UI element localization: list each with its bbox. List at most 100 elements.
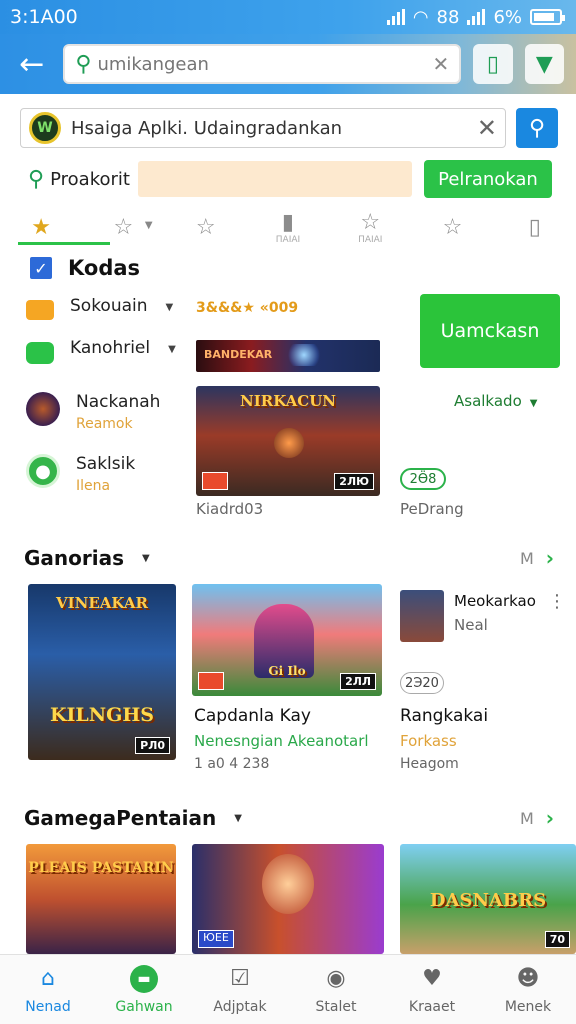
category-label: Saklsik	[76, 454, 136, 474]
status-time: 3:1A00	[10, 6, 78, 28]
games-icon: ▬	[130, 964, 158, 993]
nav-games[interactable]: ▬ Gahwan	[96, 955, 192, 1024]
top-search-box[interactable]: ⚲ ✕	[63, 44, 462, 84]
game-card-image[interactable]: Gi Ilo 2ЛЛ	[192, 584, 382, 696]
rating-text: 3&&&★ «009	[196, 300, 299, 316]
checkbox-icon[interactable]: ✓	[30, 257, 52, 279]
chevron-right-icon: ›	[545, 546, 554, 570]
featured-game-image[interactable]: NIRKACUN 2ЛЮ	[196, 386, 380, 496]
game-card-image[interactable]: ЮЕЕ	[192, 844, 384, 954]
game-badge-right: 70	[544, 931, 570, 948]
category-item[interactable]: Sokouain ▼	[26, 296, 173, 320]
app-search-field[interactable]: W Hsaiga Aplki. Udaingradankan ✕	[20, 108, 506, 148]
game-badge-right: PЛ0	[135, 737, 170, 754]
clear-icon[interactable]: ✕	[433, 52, 450, 76]
section-header: GamegaPentaian ▼ M ›	[24, 806, 554, 830]
wifi-icon: ◠	[412, 6, 429, 28]
star-outline-icon: ☆	[113, 214, 134, 240]
asekado-label: Asalkado	[454, 392, 522, 410]
game-card-subtitle: Nenesngian Akeanotarl	[194, 732, 369, 750]
home-icon: ⌂	[41, 966, 55, 991]
tab-star-3[interactable]: ☆	[165, 204, 247, 250]
game-badge-right: 2ЛЮ	[334, 473, 374, 490]
nav-label: Nenad	[25, 998, 71, 1015]
active-tab-indicator	[18, 242, 110, 245]
tab-bookmark[interactable]: ▯	[494, 204, 576, 250]
nav-favorites[interactable]: ♥ Kraaet	[384, 955, 480, 1024]
chevron-down-icon: ▼	[529, 398, 538, 409]
install-button[interactable]: Uamckasn	[420, 294, 560, 368]
game-card-image[interactable]: VINEAKAR KILNGHS PЛ0	[28, 584, 176, 760]
nav-home[interactable]: ⌂ Nenad	[0, 955, 96, 1024]
star-outline-icon: ☆	[442, 214, 463, 240]
signal-icon	[386, 9, 405, 25]
nav-label: Gahwan	[115, 998, 173, 1015]
game-thumb[interactable]	[400, 590, 444, 642]
chevron-right-icon: ›	[545, 806, 554, 830]
nav-label: Menek	[504, 998, 552, 1015]
nav-search[interactable]: ◉ Stalet	[288, 955, 384, 1024]
kodas-header: ✓ Kodas	[30, 256, 140, 280]
more-vert-icon[interactable]: ⋮	[548, 593, 566, 611]
category-sub: Ilena	[76, 478, 111, 494]
see-more-label: M	[519, 808, 534, 828]
game-card-subtitle: Forkass	[400, 732, 457, 750]
search-icon: ⚲	[28, 166, 45, 192]
game-badge-left	[202, 472, 228, 490]
category-item[interactable]: Kanohriel ▼	[26, 338, 176, 364]
category-item[interactable]: ● Saklsik Ilena	[26, 454, 135, 494]
category-sub: Reamok	[76, 416, 133, 432]
chevron-down-icon[interactable]: ▼	[234, 813, 242, 824]
game-art-title: KILNGHS	[49, 704, 155, 726]
asekado-dropdown[interactable]: Asalkado ▼	[454, 392, 537, 410]
category-label: Sokouain	[70, 296, 148, 316]
folder-icon: ▮	[281, 209, 295, 235]
game-card-image[interactable]: DASNABRS 70	[400, 844, 576, 954]
chevron-down-icon[interactable]: ▼	[142, 553, 150, 564]
game-card-image[interactable]: PLEAIS PASTARIN	[26, 844, 176, 954]
search-icon: ⚲	[528, 115, 546, 141]
back-arrow-icon[interactable]: ←	[12, 44, 51, 84]
game-art-orb	[274, 428, 304, 458]
filter-input[interactable]	[137, 161, 412, 197]
top-search-input[interactable]	[97, 53, 433, 75]
chevron-down-icon: ▼	[144, 220, 153, 231]
nav-inbox[interactable]: ☑ Adjptak	[192, 955, 288, 1024]
nav-profile[interactable]: ☻ Menek	[480, 955, 576, 1024]
promo-banner[interactable]: BANDEKAR	[196, 340, 380, 372]
game-art-title: DASNABRS	[429, 890, 547, 911]
app-search-text[interactable]: Hsaiga Aplki. Udaingradankan	[71, 118, 477, 139]
star-icon: ★	[31, 214, 51, 240]
clipboard-icon[interactable]: ▯	[473, 44, 513, 84]
avatar: ●	[26, 454, 60, 488]
top-app-bar: ← ⚲ ✕ ▯ ▼	[0, 34, 576, 94]
category-label: Kanohriel	[70, 338, 151, 358]
status-bar: 3:1A00 ◠ 88 6%	[0, 0, 576, 34]
status-right-text: 88	[436, 6, 460, 28]
nav-label: Adjptak	[213, 998, 267, 1015]
game-art-title: NIRKACUN	[240, 392, 336, 410]
tab-star-4[interactable]: ☆ ПАІАІ	[329, 204, 411, 250]
game-art-figure	[262, 854, 314, 914]
heart-icon: ♥	[422, 966, 442, 991]
game-card-title[interactable]: Capdanla Kay	[194, 706, 311, 726]
chevron-down-icon[interactable]: ▼	[168, 344, 176, 355]
person-icon: ☻	[516, 966, 540, 991]
filter-row: ⚲ Proakorit Pelranokan	[28, 160, 560, 198]
category-item[interactable]: Nackanah Reamok	[26, 392, 160, 432]
see-more-link[interactable]: M ›	[520, 546, 554, 570]
clear-icon[interactable]: ✕	[477, 114, 497, 142]
see-more-link[interactable]: M ›	[520, 806, 554, 830]
chevron-down-icon[interactable]: ▼	[166, 302, 174, 313]
game-side-subtitle: Neal	[454, 616, 488, 634]
banner-text: BANDEKAR	[204, 348, 273, 361]
search-button[interactable]: ⚲	[516, 108, 558, 148]
game-badge-right: 2ЛЛ	[340, 673, 376, 690]
tab-folder[interactable]: ▮ ПАІАІ	[247, 204, 329, 250]
game-side-title[interactable]: Meokarkao	[454, 592, 536, 610]
game-card-title[interactable]: Rangkakai	[400, 706, 488, 726]
game-art-title: VINEAKAR	[56, 594, 148, 612]
shield-download-icon[interactable]: ▼	[524, 44, 564, 84]
tab-star-5[interactable]: ☆	[411, 204, 493, 250]
filter-button[interactable]: Pelranokan	[423, 160, 552, 198]
